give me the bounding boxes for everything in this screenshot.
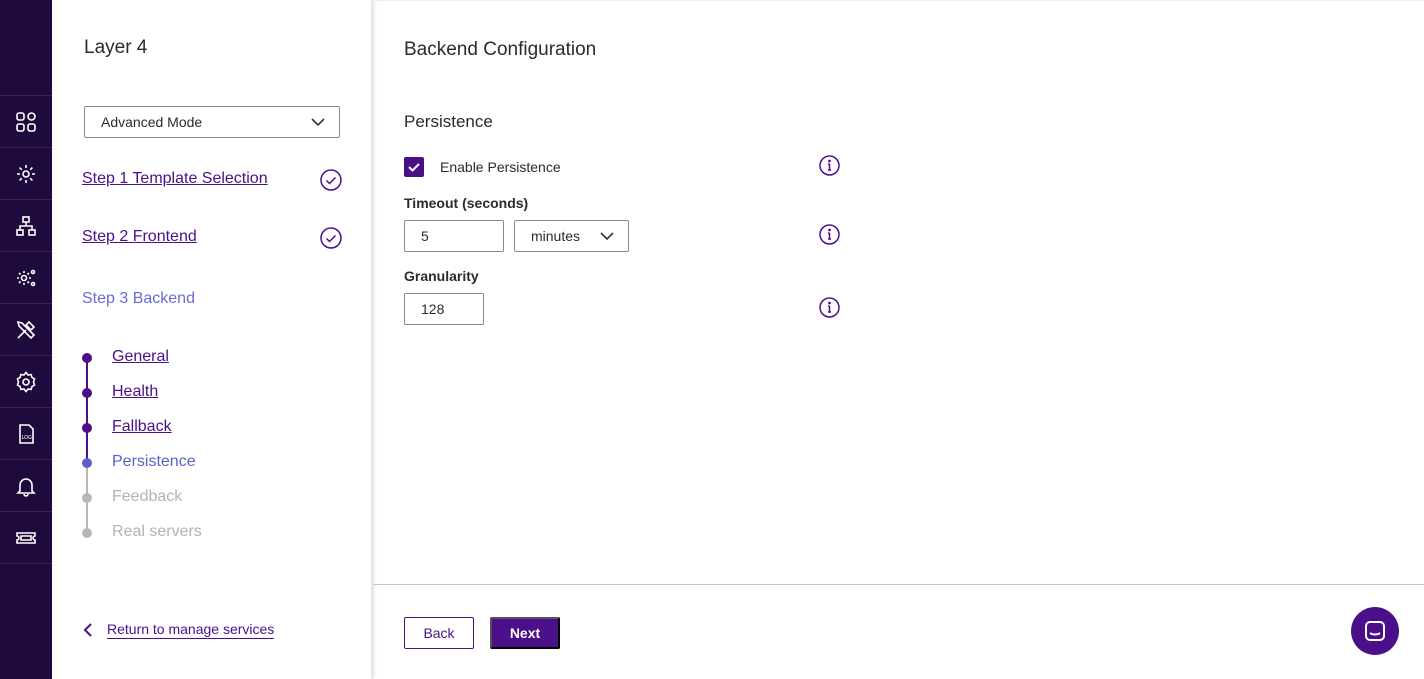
tools-icon	[16, 320, 36, 339]
system-config-icon	[17, 269, 36, 286]
rail-notifications[interactable]	[0, 459, 52, 511]
step-3-current: Step 3 Backend	[82, 290, 195, 307]
step-1-link[interactable]: Step 1 Template Selection	[82, 170, 268, 188]
substep-real-servers: Real servers	[112, 523, 202, 540]
wizard-steps-panel: Layer 4 Advanced Mode Step 1 Template Se…	[52, 0, 372, 679]
log-icon-text: LOG	[22, 435, 33, 441]
chat-icon	[1365, 621, 1385, 641]
rail-tools[interactable]	[0, 303, 52, 355]
step-2-link[interactable]: Step 2 Frontend	[82, 228, 197, 246]
chat-launcher[interactable]	[1351, 607, 1399, 655]
chevron-left-icon	[83, 623, 92, 637]
rail-services[interactable]	[0, 147, 52, 199]
timeout-info-icon[interactable]	[819, 224, 840, 245]
return-link-label: Return to manage services	[107, 621, 275, 639]
timeout-input[interactable]	[404, 220, 504, 252]
substep-persistence: Persistence	[112, 453, 196, 470]
apps-grid-icon	[16, 111, 36, 132]
substep-general[interactable]: General	[112, 348, 169, 366]
substep-dot-real-servers	[82, 528, 92, 538]
substep-dot-health	[82, 388, 92, 398]
settings-icon	[16, 370, 36, 393]
section-title: Persistence	[404, 112, 493, 131]
checkmark-icon	[408, 163, 420, 172]
rail-divider	[0, 563, 52, 564]
log-file-icon: LOG	[19, 423, 34, 444]
return-to-services-link[interactable]: Return to manage services	[82, 621, 275, 639]
rail-logs[interactable]: LOG	[0, 407, 52, 459]
rail-system-config[interactable]	[0, 251, 52, 303]
enable-persistence-label: Enable Persistence	[440, 159, 561, 175]
app-root: LOG Layer 4 Advanced Mode Step 1 Templat…	[0, 0, 1424, 679]
rail-settings[interactable]	[0, 355, 52, 407]
substep-dot-persistence	[82, 458, 92, 468]
chevron-down-icon	[600, 232, 614, 241]
mode-select-value: Advanced Mode	[101, 114, 203, 130]
network-icon	[16, 215, 36, 236]
mode-select[interactable]: Advanced Mode	[84, 106, 340, 138]
granularity-input[interactable]	[404, 293, 484, 325]
granularity-label: Granularity	[404, 268, 479, 284]
notifications-bell-icon	[16, 477, 36, 497]
rail-apps-grid[interactable]	[0, 95, 52, 147]
timeout-unit-value: minutes	[531, 228, 581, 244]
rail-ticket[interactable]	[0, 511, 52, 563]
substep-dot-fallback	[82, 423, 92, 433]
icon-rail: LOG	[0, 0, 52, 679]
page-title: Backend Configuration	[404, 39, 597, 60]
substep-health[interactable]: Health	[112, 383, 158, 401]
substep-fallback[interactable]: Fallback	[112, 418, 172, 436]
panel-title: Layer 4	[84, 37, 148, 58]
rail-network[interactable]	[0, 199, 52, 251]
chevron-down-icon	[311, 118, 325, 127]
substep-dot-feedback	[82, 493, 92, 503]
granularity-info-icon[interactable]	[819, 297, 840, 318]
substep-dot-general	[82, 353, 92, 363]
persistence-info-icon[interactable]	[819, 155, 840, 176]
services-icon	[17, 164, 35, 183]
substep-feedback: Feedback	[112, 488, 183, 505]
next-button[interactable]: Next	[490, 617, 560, 649]
footer-divider	[373, 584, 1424, 585]
enable-persistence-checkbox[interactable]	[404, 157, 424, 177]
timeout-label: Timeout (seconds)	[404, 195, 529, 211]
step-1-complete-icon	[320, 169, 342, 191]
ticket-icon	[16, 531, 36, 544]
back-button[interactable]: Back	[404, 617, 474, 649]
main-content: Backend Configuration Persistence Enable…	[373, 0, 1424, 679]
step-2-complete-icon	[320, 227, 342, 249]
timeout-unit-select[interactable]: minutes	[514, 220, 629, 252]
